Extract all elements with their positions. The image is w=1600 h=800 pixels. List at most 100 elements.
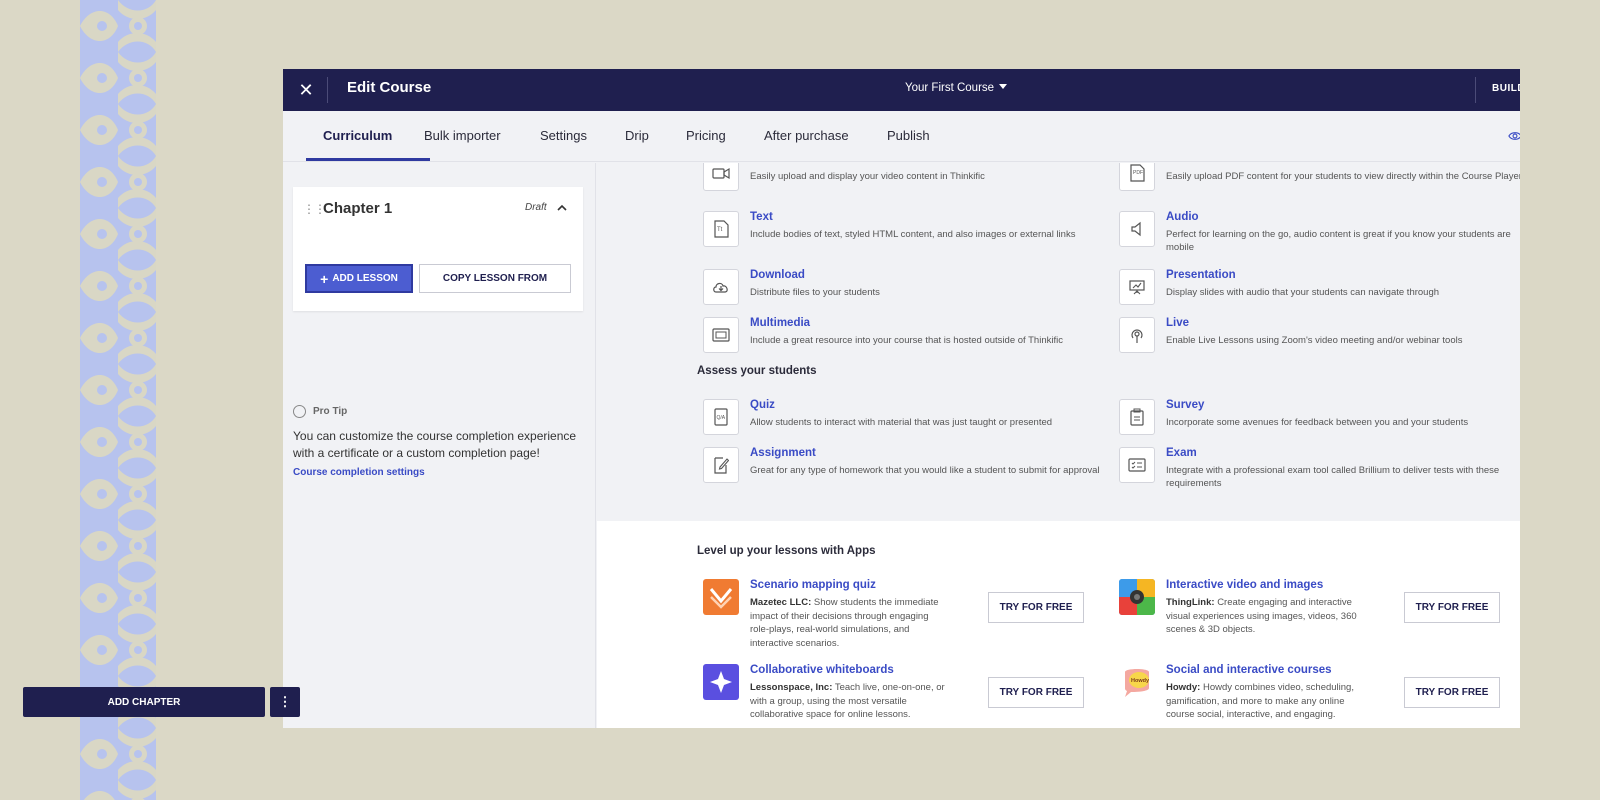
tab-publish[interactable]: Publish (887, 128, 930, 143)
course-completion-settings-link[interactable]: Course completion settings (293, 467, 425, 478)
app-name[interactable]: Scenario mapping quiz (750, 579, 876, 591)
plus-icon: + (320, 270, 329, 287)
lesson-type-download[interactable]: Download Distribute files to your studen… (703, 269, 1103, 309)
lesson-type-name: Assignment (750, 447, 816, 459)
lesson-type-audio[interactable]: Audio Perfect for learning on the go, au… (1119, 211, 1519, 253)
lesson-type-desc: Display slides with audio that your stud… (1166, 287, 1440, 298)
lesson-type-name: Live (1166, 317, 1190, 329)
lesson-type-live[interactable]: Live Enable Live Lessons using Zoom's vi… (1119, 317, 1519, 357)
svg-text:Q/A: Q/A (717, 415, 726, 421)
try-for-free-button[interactable]: TRY FOR FREE (1404, 677, 1500, 708)
app-name[interactable]: Collaborative whiteboards (750, 664, 894, 676)
app-collaborative-whiteboards: Collaborative whiteboards Lessonspace, I… (703, 664, 1103, 728)
quiz-icon: Q/A (703, 399, 739, 435)
lesson-type-text[interactable]: Tt Text Include bodies of text, styled H… (703, 211, 1103, 251)
tab-curriculum[interactable]: Curriculum (323, 128, 392, 143)
exam-icon (1119, 447, 1155, 483)
chevron-up-icon[interactable] (555, 201, 569, 215)
eye-icon[interactable] (1508, 129, 1520, 143)
try-for-free-button[interactable]: TRY FOR FREE (988, 592, 1084, 623)
lesson-type-name: Exam (1166, 447, 1197, 459)
lesson-type-video[interactable]: Easily upload and display your video con… (703, 163, 1103, 197)
lesson-types-section: Easily upload and display your video con… (597, 163, 1520, 521)
course-selector[interactable]: Your First Course (905, 82, 1008, 94)
text-icon: Tt (703, 211, 739, 247)
lesson-type-name: Download (750, 269, 805, 281)
curriculum-sidebar: ⋮⋮ Chapter 1 Draft + ADD LESSON COPY LESS… (283, 163, 596, 728)
pdf-icon: PDF (1119, 163, 1155, 191)
lesson-type-name: Survey (1166, 399, 1205, 411)
assess-heading: Assess your students (697, 365, 817, 377)
chapter-card: ⋮⋮ Chapter 1 Draft + ADD LESSON COPY LESS… (293, 187, 583, 311)
status-badge: Draft (525, 202, 547, 213)
lesson-type-pdf[interactable]: PDF Easily upload PDF content for your s… (1119, 163, 1520, 197)
thinglink-logo-icon (1119, 579, 1155, 615)
top-bar: ✕ Edit Course Your First Course BUILD (283, 69, 1520, 111)
course-selector-label: Your First Course (905, 82, 995, 94)
lesson-type-panel: Easily upload and display your video con… (597, 163, 1520, 728)
lesson-type-assignment[interactable]: Assignment Great for any type of homewor… (703, 447, 1103, 493)
protip-label: Pro Tip (313, 406, 348, 417)
lesson-type-name: Quiz (750, 399, 775, 411)
lesson-type-presentation[interactable]: Presentation Display slides with audio t… (1119, 269, 1519, 309)
app-vendor: Howdy: (1166, 682, 1201, 693)
lesson-type-multimedia[interactable]: Multimedia Include a great resource into… (703, 317, 1103, 357)
lesson-type-quiz[interactable]: Q/A Quiz Allow students to interact with… (703, 399, 1103, 439)
lesson-type-desc: Integrate with a professional exam tool … (1166, 465, 1500, 489)
course-editor-window: ✕ Edit Course Your First Course BUILD Cu… (283, 69, 1520, 728)
app-social-interactive-courses: Howdy Social and interactive courses How… (1119, 664, 1519, 728)
page-title: Edit Course (347, 79, 432, 96)
copy-lesson-button[interactable]: COPY LESSON FROM (419, 264, 571, 293)
lesson-type-name: Audio (1166, 211, 1199, 223)
tab-drip[interactable]: Drip (625, 128, 649, 143)
app-scenario-mapping-quiz: Scenario mapping quiz Mazetec LLC: Show … (703, 579, 1103, 659)
lifebuoy-icon (293, 405, 306, 418)
lesson-type-desc: Easily upload PDF content for your stude… (1166, 171, 1520, 182)
app-name[interactable]: Interactive video and images (1166, 579, 1323, 591)
mazetec-logo-icon (703, 579, 739, 615)
build-button[interactable]: BUILD (1492, 83, 1520, 94)
app-desc: Howdy: Howdy combines video, scheduling,… (1166, 681, 1366, 722)
lesson-type-name: Text (750, 211, 773, 223)
apps-section: Level up your lessons with Apps Scenario… (597, 521, 1520, 728)
presentation-icon (1119, 269, 1155, 305)
cloud-download-icon (703, 269, 739, 305)
lessonspace-logo-icon (703, 664, 739, 700)
tab-pricing[interactable]: Pricing (686, 128, 726, 143)
active-tab-indicator (306, 158, 430, 161)
lesson-type-survey[interactable]: Survey Incorporate some avenues for feed… (1119, 399, 1519, 439)
lesson-type-name: Multimedia (750, 317, 811, 329)
app-vendor: Lessonspace, Inc: (750, 682, 833, 693)
tab-after-purchase[interactable]: After purchase (764, 128, 849, 143)
clipboard-icon (1119, 399, 1155, 435)
app-interactive-video: Interactive video and images ThingLink: … (1119, 579, 1519, 659)
protip-text: You can customize the course completion … (293, 429, 577, 460)
tab-bulk-importer[interactable]: Bulk importer (424, 128, 501, 143)
try-for-free-button[interactable]: TRY FOR FREE (1404, 592, 1500, 623)
drag-handle-icon[interactable]: ⋮⋮ (303, 202, 326, 216)
lesson-type-desc: Distribute files to your students (750, 287, 880, 298)
try-for-free-button[interactable]: TRY FOR FREE (988, 677, 1084, 708)
lesson-type-desc: Perfect for learning on the go, audio co… (1166, 229, 1511, 253)
more-options-icon[interactable]: ⋮ (270, 687, 300, 717)
divider (1475, 77, 1476, 103)
howdy-logo-text: Howdy (1131, 678, 1150, 684)
chapter-title[interactable]: Chapter 1 (323, 200, 392, 217)
divider (327, 77, 328, 103)
add-chapter-button[interactable]: ADD CHAPTER (23, 687, 265, 717)
lesson-type-exam[interactable]: Exam Integrate with a professional exam … (1119, 447, 1519, 493)
close-icon[interactable]: ✕ (295, 79, 317, 101)
lesson-type-desc: Easily upload and display your video con… (750, 171, 985, 182)
add-lesson-button[interactable]: + ADD LESSON (305, 264, 413, 293)
app-desc: ThingLink: Create engaging and interacti… (1166, 596, 1366, 637)
app-name[interactable]: Social and interactive courses (1166, 664, 1332, 676)
svg-text:PDF: PDF (1133, 170, 1143, 176)
decorative-pattern (80, 0, 156, 800)
lesson-type-desc: Incorporate some avenues for feedback be… (1166, 417, 1469, 428)
lesson-type-name: Presentation (1166, 269, 1236, 281)
multimedia-icon (703, 317, 739, 353)
app-desc: Mazetec LLC: Show students the immediate… (750, 596, 950, 650)
lesson-type-desc: Great for any type of homework that you … (750, 465, 1100, 476)
broadcast-icon (1119, 317, 1155, 353)
tab-settings[interactable]: Settings (540, 128, 587, 143)
